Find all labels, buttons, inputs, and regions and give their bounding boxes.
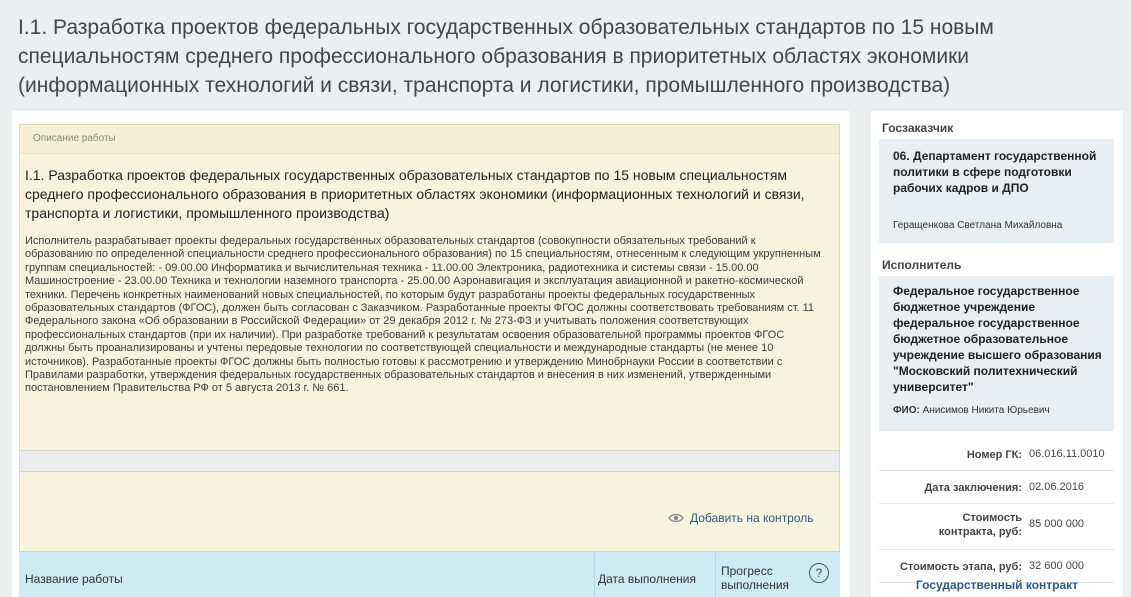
description-title: I.1. Разработка проектов федеральных гос… bbox=[25, 167, 805, 221]
executor-label: Исполнитель bbox=[882, 258, 962, 272]
column-separator bbox=[715, 552, 716, 597]
info-value: 32 600 000 bbox=[1029, 560, 1085, 572]
info-label: Дата заключения: bbox=[924, 482, 1022, 494]
customer-card: 06. Департамент государственной политики… bbox=[879, 139, 1114, 243]
page-title: I.1. Разработка проектов федеральных гос… bbox=[18, 16, 994, 97]
help-icon[interactable]: ? bbox=[809, 563, 829, 583]
description-text: Исполнитель разрабатывает проекты федера… bbox=[25, 235, 821, 395]
info-row-date: Дата заключения: 02.06.2016 bbox=[879, 471, 1114, 504]
info-label: Стоимость этапа, руб: bbox=[899, 561, 1022, 573]
executor-fio: ФИО: Анисимов Никита Юрьевич bbox=[893, 405, 1050, 416]
add-to-watch-label: Добавить на контроль bbox=[690, 511, 814, 525]
executor-fio-value: Анисимов Никита Юрьевич bbox=[922, 405, 1050, 416]
attachments-bar bbox=[19, 450, 840, 472]
customer-name: 06. Департамент государственной политики… bbox=[893, 149, 1097, 195]
works-table-header: Название работы Дата выполнения Прогресс… bbox=[19, 551, 840, 597]
sidebar: Госзаказчик 06. Департамент государствен… bbox=[871, 111, 1123, 597]
add-to-watch-link[interactable]: Добавить на контроль bbox=[668, 509, 814, 527]
column-header-name[interactable]: Название работы bbox=[25, 572, 123, 586]
column-separator bbox=[594, 552, 595, 597]
info-label: Номер ГК: bbox=[966, 449, 1022, 461]
executor-fio-label: ФИО: bbox=[893, 405, 920, 416]
customer-label: Госзаказчик bbox=[882, 121, 954, 135]
column-header-progress[interactable]: Прогресс выполнения bbox=[721, 564, 791, 592]
info-value: 02.06.2016 bbox=[1029, 481, 1085, 493]
contract-info-table: Номер ГК: 06.016.11.0010 Дата заключения… bbox=[879, 438, 1114, 583]
main-panel: Описание работы I.1. Разработка проектов… bbox=[12, 111, 850, 597]
customer-person: Геращенкова Светлана Михайловна bbox=[893, 220, 1063, 231]
info-row-contract-cost: Стоимость контракта, руб: 85 000 000 bbox=[879, 504, 1114, 550]
info-value: 06.016.11.0010 bbox=[1029, 448, 1105, 460]
executor-name: Федеральное государственное бюджетное уч… bbox=[893, 284, 1102, 394]
column-header-date[interactable]: Дата выполнения bbox=[598, 572, 696, 586]
info-label: Стоимость контракта, руб: bbox=[938, 512, 1022, 538]
eye-icon bbox=[668, 513, 684, 523]
description-header: Описание работы bbox=[20, 125, 839, 154]
executor-card: Федеральное государственное бюджетное уч… bbox=[879, 276, 1114, 431]
info-row-contract-number: Номер ГК: 06.016.11.0010 bbox=[879, 438, 1114, 471]
state-contract-link[interactable]: Государственный контракт bbox=[871, 578, 1123, 592]
info-value: 85 000 000 bbox=[1029, 518, 1085, 530]
